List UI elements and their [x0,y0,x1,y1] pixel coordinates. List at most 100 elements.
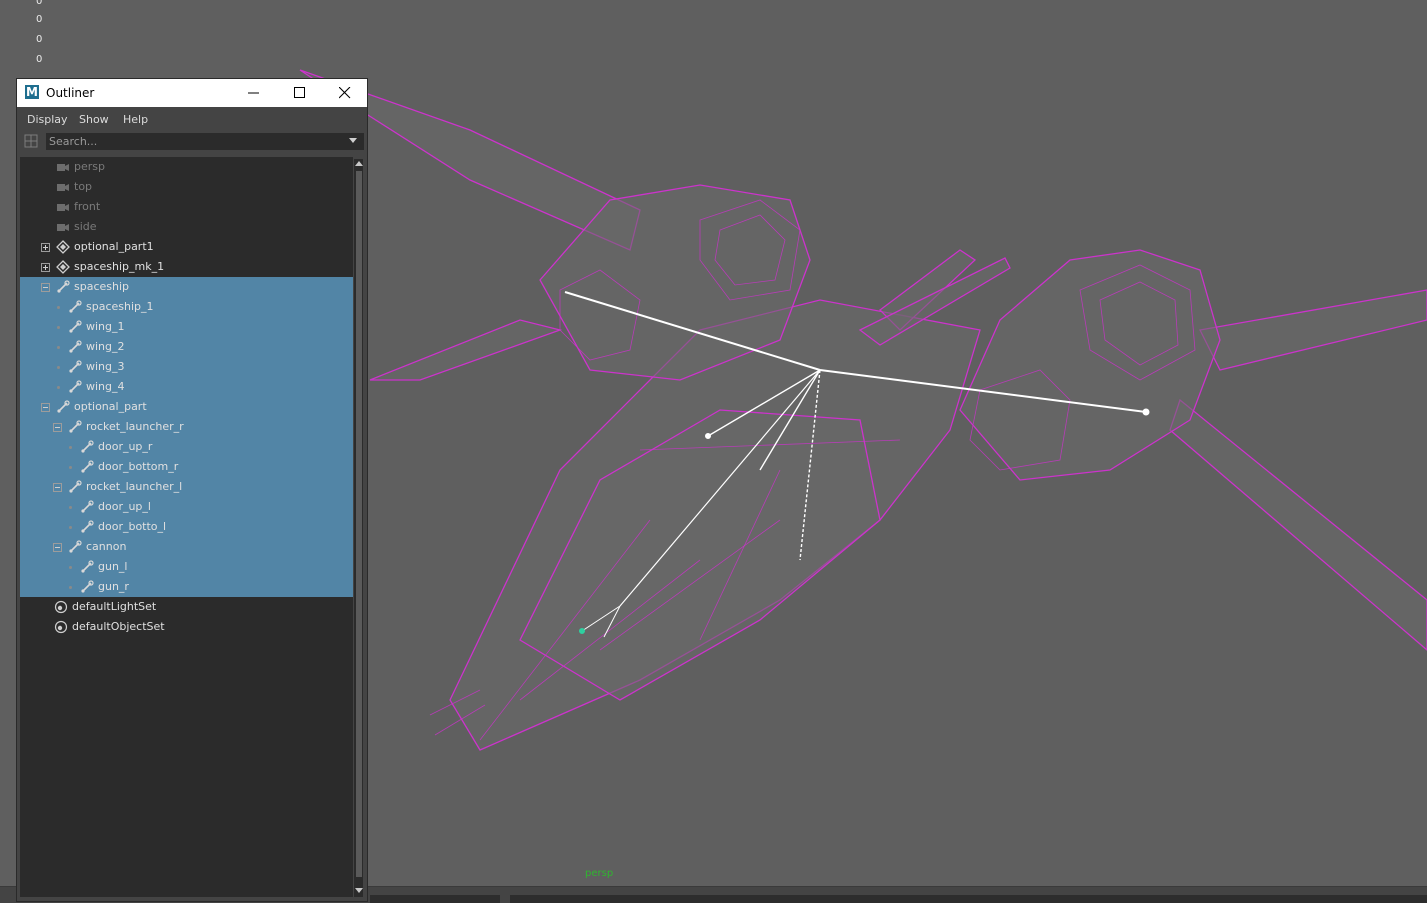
scroll-up-icon[interactable] [355,161,363,166]
tree-item-label: side [74,220,97,233]
set-icon [54,600,68,614]
tree-item-label: door_bottom_r [98,460,179,473]
tree-connector [57,306,60,309]
outliner-titlebar[interactable]: M Outliner [17,79,367,107]
joint-icon [68,320,82,334]
tree-item[interactable]: spaceship_1 [20,297,353,317]
search-input[interactable] [46,133,364,150]
camera-icon [56,200,70,214]
tree-item-label: cannon [86,540,127,553]
minimize-icon [248,92,259,94]
joint-icon [80,520,94,534]
tree-item[interactable]: wing_1 [20,317,353,337]
tree-item[interactable]: spaceship_mk_1 [20,257,353,277]
joint-icon [56,400,70,414]
tree-item-label: spaceship_mk_1 [74,260,165,273]
collapse-icon[interactable] [41,282,50,292]
tree-item[interactable]: door_botto_l [20,517,353,537]
tree-item[interactable]: gun_l [20,557,353,577]
tree-item-label: front [74,200,101,213]
tree-item-label: wing_2 [86,340,125,353]
tree-item[interactable]: front [20,197,353,217]
collapse-icon[interactable] [53,422,62,432]
expand-icon[interactable] [41,242,50,252]
expand-icon[interactable] [41,262,50,272]
tree-item-label: rocket_launcher_r [86,420,184,433]
hud-value: 0 [36,54,43,65]
tree-item-label: door_up_r [98,440,153,453]
tree-item-label: top [74,180,93,193]
tree-item[interactable]: wing_2 [20,337,353,357]
vertical-scrollbar[interactable] [354,159,363,897]
tree-item[interactable]: optional_part [20,397,353,417]
tree-item[interactable]: rocket_launcher_r [20,417,353,437]
tree-item-label: defaultObjectSet [72,620,165,633]
tree-item-label: wing_3 [86,360,125,373]
tree-item[interactable]: persp [20,157,353,177]
menu-help[interactable]: Help [123,113,148,126]
tree-item[interactable]: defaultLightSet [20,597,353,617]
joint-icon [68,360,82,374]
joint-icon [68,380,82,394]
group-icon [56,260,70,274]
tree-item[interactable]: door_up_l [20,497,353,517]
joint-icon [68,540,82,554]
tree-item-label: wing_1 [86,320,125,333]
tree-item[interactable]: cannon [20,537,353,557]
tree-connector [57,386,60,389]
maximize-button[interactable] [277,79,323,107]
tree-connector [69,446,72,449]
tree-item[interactable]: door_up_r [20,437,353,457]
tree-item[interactable]: wing_4 [20,377,353,397]
tree-item[interactable]: rocket_launcher_l [20,477,353,497]
filter-icon[interactable] [23,133,41,149]
collapse-icon[interactable] [41,402,50,412]
tree-connector [69,566,72,569]
tree-item-label: gun_l [98,560,128,573]
hud-value: 0 [36,14,43,25]
tree-item[interactable]: top [20,177,353,197]
minimize-button[interactable] [231,79,277,107]
tree-item-label: rocket_launcher_l [86,480,183,493]
tree-connector [69,506,72,509]
joint-icon [68,480,82,494]
camera-icon [56,220,70,234]
tree-connector [69,526,72,529]
outliner-tree[interactable]: persp top front side optional_part1 spaceship… [20,157,353,897]
tree-item[interactable]: spaceship [20,277,353,297]
chevron-down-icon[interactable] [349,138,357,143]
tree-connector [57,326,60,329]
hud-value: 0 [36,0,43,7]
camera-icon [56,160,70,174]
joint-icon [80,440,94,454]
maximize-icon [294,87,305,98]
collapse-icon[interactable] [53,482,62,492]
tree-item-label: optional_part [74,400,147,413]
scrollbar-thumb[interactable] [356,171,362,877]
outliner-menubar: Display Show Help [17,107,367,131]
window-title: Outliner [46,86,95,100]
tree-item[interactable]: defaultObjectSet [20,617,353,637]
tree-item[interactable]: optional_part1 [20,237,353,257]
joint-icon [80,580,94,594]
tree-item[interactable]: gun_r [20,577,353,597]
tree-connector [69,586,72,589]
tree-item-label: wing_4 [86,380,125,393]
close-button[interactable] [322,79,368,107]
camera-icon [56,180,70,194]
close-icon [339,87,351,99]
joint-icon [68,420,82,434]
tree-item[interactable]: wing_3 [20,357,353,377]
set-icon [54,620,68,634]
tree-connector [57,346,60,349]
hud-value: 0 [36,34,43,45]
scroll-down-icon[interactable] [355,888,363,893]
group-icon [56,240,70,254]
tree-item[interactable]: door_bottom_r [20,457,353,477]
tree-item-label: gun_r [98,580,129,593]
collapse-icon[interactable] [53,542,62,552]
tree-item[interactable]: side [20,217,353,237]
tree-connector [57,366,60,369]
menu-display[interactable]: Display [27,113,68,126]
menu-show[interactable]: Show [79,113,109,126]
